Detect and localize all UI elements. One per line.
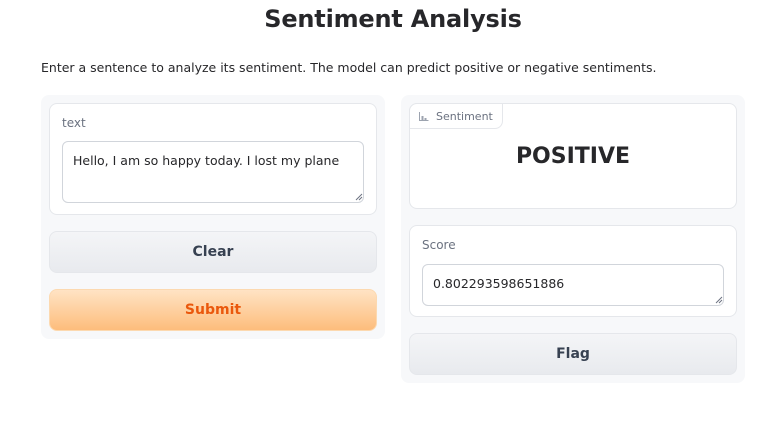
score-field-label: Score bbox=[422, 238, 456, 252]
page-description: Enter a sentence to analyze its sentimen… bbox=[41, 60, 657, 75]
clear-button[interactable]: Clear bbox=[49, 231, 377, 273]
input-panel: text Hello, I am so happy today. I lost … bbox=[41, 95, 385, 339]
sentiment-tab-label: Sentiment bbox=[436, 109, 493, 123]
resize-handle-icon[interactable] bbox=[714, 295, 723, 304]
text-input-field[interactable]: Hello, I am so happy today. I lost my pl… bbox=[62, 141, 364, 203]
sentiment-label-tab: Sentiment bbox=[409, 103, 503, 129]
flag-button[interactable]: Flag bbox=[409, 333, 737, 375]
score-card: Score 0.802293598651886 bbox=[409, 225, 737, 317]
resize-handle-icon[interactable] bbox=[354, 192, 363, 201]
score-output-field[interactable]: 0.802293598651886 bbox=[422, 264, 724, 306]
text-input-card: text Hello, I am so happy today. I lost … bbox=[49, 103, 377, 215]
submit-button[interactable]: Submit bbox=[49, 289, 377, 331]
sentiment-result: POSITIVE bbox=[515, 144, 631, 169]
page-title: Sentiment Analysis bbox=[264, 5, 522, 33]
sentiment-label-card: Sentiment POSITIVE bbox=[409, 103, 737, 209]
bar-chart-icon bbox=[419, 111, 429, 121]
text-field-label: text bbox=[62, 116, 86, 130]
output-panel: Sentiment POSITIVE Score 0.8022935986518… bbox=[401, 95, 745, 383]
